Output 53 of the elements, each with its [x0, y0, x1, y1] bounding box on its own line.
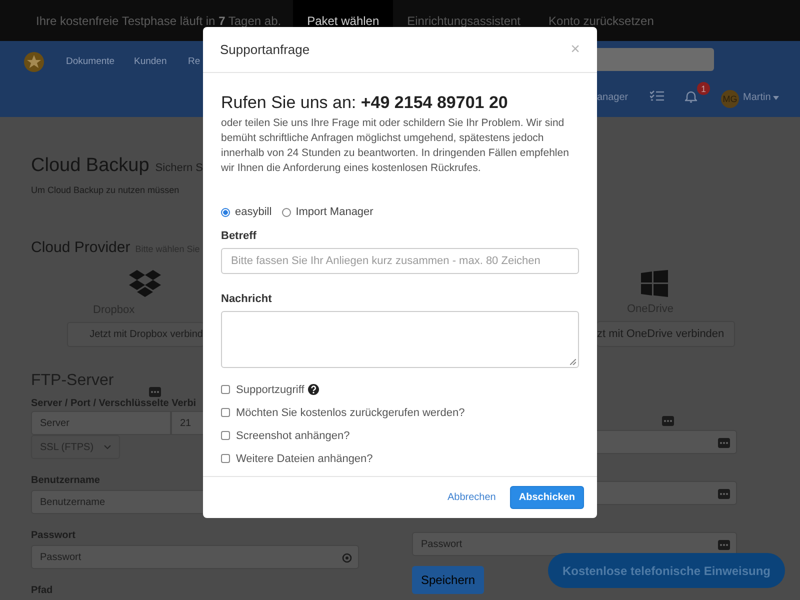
caret-icon [772, 96, 779, 100]
target-icon[interactable] [342, 553, 352, 563]
windows-icon [641, 270, 668, 297]
message-field[interactable] [221, 311, 579, 368]
checkbox-icon[interactable] [221, 454, 230, 463]
cancel-link[interactable]: Abbrechen [447, 492, 496, 503]
field-label: Betreff [221, 230, 256, 242]
checkbox-icon[interactable] [221, 431, 230, 440]
field-label: Nachricht [221, 293, 272, 305]
checkbox-icon[interactable] [221, 408, 230, 417]
submit-button[interactable]: Abschicken [510, 486, 584, 509]
option-checkbox[interactable]: Weitere Dateien anhängen? [221, 451, 373, 466]
subject-field[interactable]: Bitte fassen Sie Ihr Anliegen kurz zusammen - max. 80 Zeichen [221, 248, 579, 274]
callout-button[interactable]: Kostenlose telefonische Einweisung [548, 553, 785, 588]
nav-link[interactable]: Dokumente [66, 56, 115, 67]
radio-icon[interactable] [221, 208, 230, 216]
checkbox-icon[interactable] [221, 385, 230, 394]
nav-link[interactable]: Kunden [134, 56, 167, 67]
chevron-icon [104, 444, 111, 450]
password-field[interactable]: Passwort [31, 545, 359, 569]
password-field[interactable]: Passwort [412, 532, 737, 556]
option-checkbox[interactable]: Supportzugriff [221, 382, 304, 397]
key-icon[interactable] [149, 387, 161, 397]
key-icon[interactable] [718, 540, 730, 550]
radio-icon[interactable] [282, 208, 291, 216]
key-icon[interactable] [662, 416, 674, 426]
top-tab[interactable]: Einrichtungsassistent [393, 0, 535, 41]
product-radio[interactable]: easybill [221, 206, 272, 218]
task-list-icon[interactable] [650, 90, 664, 102]
top-tab[interactable]: Konto zurücksetzen [534, 0, 668, 41]
nav-link[interactable]: Re [188, 56, 200, 67]
help-icon[interactable] [308, 384, 320, 395]
key-icon[interactable] [718, 489, 730, 499]
server-field[interactable]: Server [31, 411, 171, 435]
trial-notice: Ihre kostenfreie Testphase läuft in 7 Tagen ab. [36, 14, 282, 28]
option-checkbox[interactable]: Screenshot anhängen? [221, 428, 350, 443]
bell-icon[interactable] [685, 90, 697, 103]
port-field[interactable]: 21 [171, 411, 204, 435]
product-radio[interactable]: Import Manager [282, 206, 374, 218]
dialog-title: Supportanfrage [220, 42, 310, 57]
dialog-heading: Rufen Sie uns an: +49 2154 89701 20 [221, 93, 509, 113]
option-checkbox[interactable]: Möchten Sie kostenlos zurückgerufen werden? [221, 405, 465, 420]
key-icon[interactable] [718, 438, 730, 448]
save-button[interactable]: Speichern [412, 566, 484, 594]
dialog-text: oder teilen Sie uns Ihre Frage mit oder schildern Sie Ihr Problem. Wir sind bemüht schriftliche Anfragen möglichst umgehend, spätestens jedoch innerhalb von 24 Stunden zu beantworten. In dringenden Fällen empfehlen wir Ihnen die Anforderung eines kostenlosen Rückrufes. [221, 116, 570, 176]
search-field[interactable] [597, 48, 714, 71]
user-menu[interactable]: Martin [743, 92, 779, 103]
logo-icon[interactable] [24, 52, 44, 72]
resize-grip-icon[interactable] [570, 359, 576, 365]
notification-badge: 1 [697, 82, 710, 95]
dropbox-icon [129, 270, 161, 298]
close-button[interactable]: × [570, 40, 580, 58]
nav-link[interactable]: anager [597, 92, 628, 103]
